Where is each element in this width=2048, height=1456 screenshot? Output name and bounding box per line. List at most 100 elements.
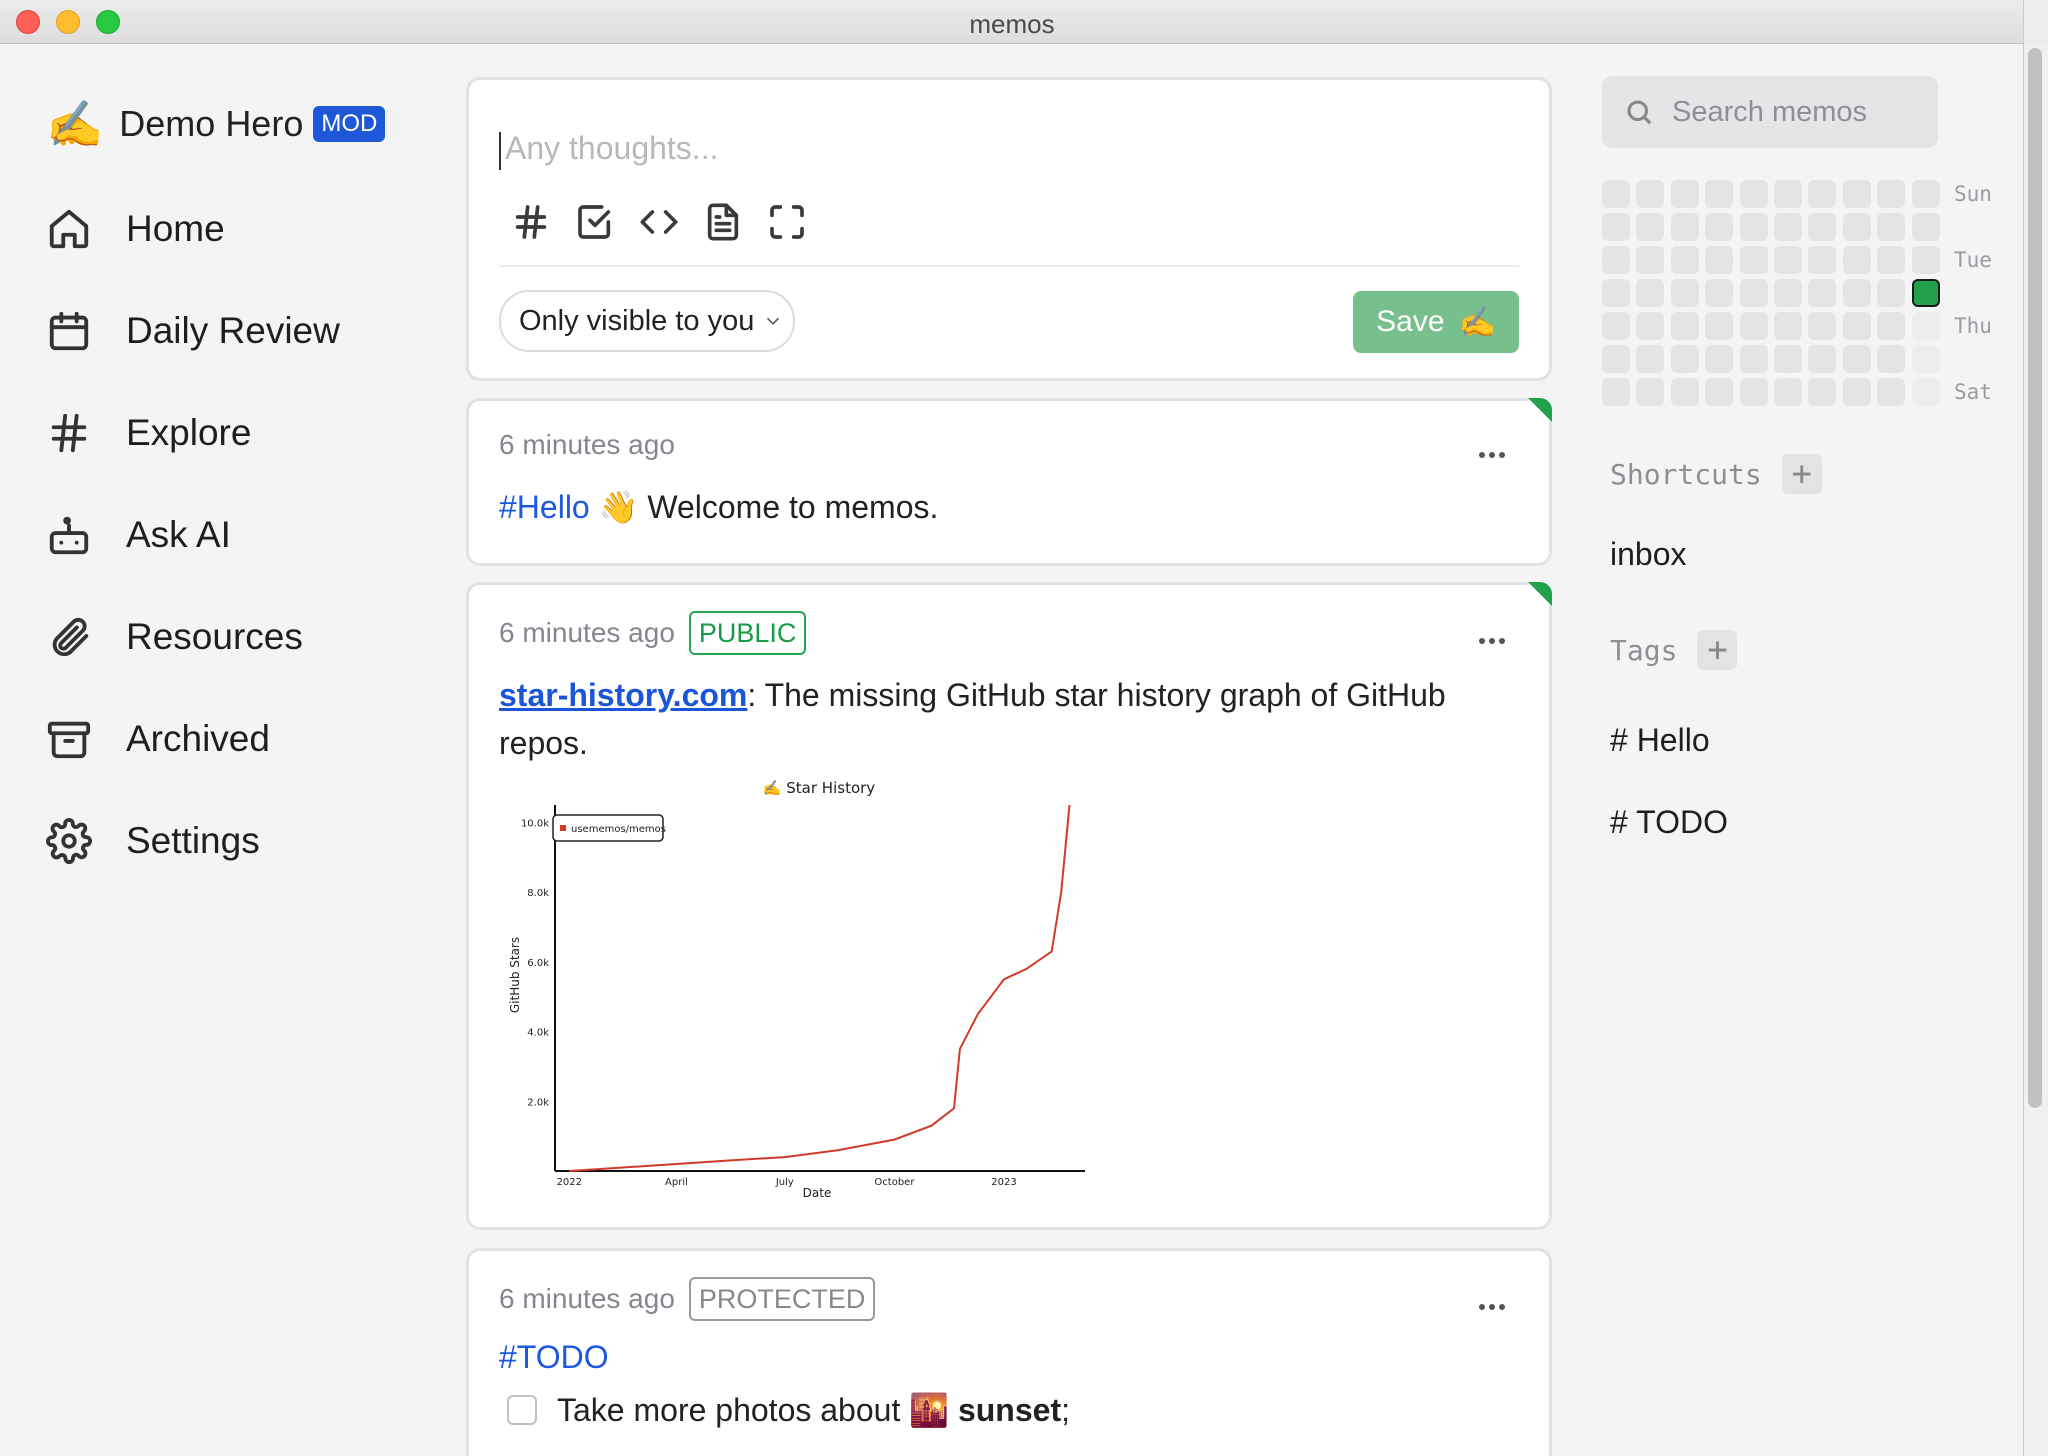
search-box[interactable] [1602, 76, 1938, 148]
visibility-select[interactable]: Only visible to you [499, 290, 795, 352]
heatmap-cell[interactable] [1670, 378, 1699, 406]
heatmap-cell[interactable] [1602, 213, 1630, 241]
sidebar-item-explore[interactable]: Explore [46, 400, 340, 466]
more-options-icon[interactable] [1479, 631, 1509, 644]
heatmap-cell[interactable] [1602, 180, 1630, 208]
more-options-icon[interactable] [1479, 445, 1509, 458]
heatmap-cell[interactable] [1636, 213, 1665, 241]
shortcut-item-inbox[interactable]: inbox [1610, 536, 1687, 573]
heatmap-cell[interactable] [1842, 312, 1871, 340]
add-tag-button[interactable]: + [1697, 630, 1738, 670]
heatmap-cell[interactable] [1705, 213, 1734, 241]
heatmap-cell[interactable] [1911, 246, 1940, 274]
sidebar-item-ask-ai[interactable]: Ask AI [46, 502, 340, 568]
heatmap-cell[interactable] [1636, 312, 1665, 340]
heatmap-cell[interactable] [1877, 213, 1906, 241]
heatmap-cell[interactable] [1842, 345, 1871, 373]
heatmap-cell[interactable] [1808, 345, 1837, 373]
heatmap-cell[interactable] [1739, 246, 1768, 274]
sidebar-item-home[interactable]: Home [46, 196, 340, 262]
add-shortcut-button[interactable]: + [1781, 454, 1822, 494]
memo-tag[interactable]: #Hello [499, 489, 590, 525]
heatmap-cell[interactable] [1774, 213, 1802, 241]
heatmap-cell[interactable] [1911, 345, 1940, 373]
heatmap-cell[interactable] [1877, 378, 1906, 406]
memo-time[interactable]: 6 minutes ago [499, 429, 675, 461]
heatmap-cell[interactable] [1739, 345, 1768, 373]
heatmap-cell[interactable] [1705, 312, 1734, 340]
tag-item-hello[interactable]: # Hello [1610, 722, 1710, 759]
heatmap-cell[interactable] [1636, 246, 1665, 274]
heatmap-cell[interactable] [1911, 213, 1940, 241]
heatmap-cell[interactable] [1774, 345, 1802, 373]
heatmap-cell[interactable] [1705, 345, 1734, 373]
heatmap-cell[interactable] [1774, 312, 1802, 340]
memo-link[interactable]: star-history.com [499, 677, 747, 713]
heatmap-cell[interactable] [1808, 312, 1837, 340]
heatmap-cell[interactable] [1739, 180, 1768, 208]
heatmap-cell[interactable] [1877, 279, 1906, 307]
insert-checkbox-button[interactable] [573, 200, 617, 244]
heatmap-cell[interactable] [1670, 312, 1699, 340]
fullscreen-button[interactable] [765, 200, 809, 244]
heatmap-cell[interactable] [1911, 180, 1940, 208]
heatmap-cell[interactable] [1842, 180, 1871, 208]
heatmap-cell[interactable] [1602, 345, 1630, 373]
heatmap-cell[interactable] [1705, 180, 1734, 208]
heatmap-cell[interactable] [1808, 180, 1837, 208]
star-history-chart[interactable]: ✍️ Star History GitHub Stars Date 2.0k 4.… [499, 775, 1139, 1205]
heatmap-cell[interactable] [1911, 378, 1940, 406]
insert-code-button[interactable] [637, 200, 681, 244]
heatmap-cell[interactable] [1911, 312, 1940, 340]
heatmap-cell[interactable] [1739, 279, 1768, 307]
heatmap-cell[interactable] [1774, 378, 1802, 406]
heatmap-cell[interactable] [1636, 345, 1665, 373]
heatmap-cell[interactable] [1705, 246, 1734, 274]
heatmap-cell[interactable] [1705, 378, 1734, 406]
memo-tag[interactable]: #TODO [499, 1339, 609, 1375]
tag-item-todo[interactable]: # TODO [1610, 804, 1728, 841]
heatmap-cell[interactable] [1670, 246, 1699, 274]
heatmap-cell[interactable] [1739, 312, 1768, 340]
insert-tag-button[interactable] [509, 200, 553, 244]
heatmap-cell[interactable] [1842, 378, 1871, 406]
heatmap-cell[interactable] [1636, 279, 1665, 307]
sidebar-item-daily-review[interactable]: Daily Review [46, 298, 340, 364]
sidebar-item-settings[interactable]: Settings [46, 808, 340, 874]
heatmap-cell[interactable] [1774, 180, 1802, 208]
memo-time[interactable]: 6 minutes ago [499, 1283, 675, 1315]
memo-time[interactable]: 6 minutes ago [499, 617, 675, 649]
heatmap-cell[interactable] [1670, 180, 1699, 208]
heatmap-cell[interactable] [1602, 312, 1630, 340]
save-button[interactable]: Save ✍️ [1353, 291, 1519, 353]
insert-resource-button[interactable] [701, 200, 745, 244]
heatmap-cell[interactable] [1877, 246, 1906, 274]
heatmap-cell[interactable] [1877, 180, 1906, 208]
user-banner[interactable]: ✍️ Demo Hero MOD [46, 96, 386, 152]
search-input[interactable] [1672, 95, 1932, 129]
heatmap-cell[interactable] [1670, 279, 1699, 307]
sidebar-item-archived[interactable]: Archived [46, 706, 340, 772]
heatmap-cell[interactable] [1911, 279, 1940, 307]
sidebar-item-resources[interactable]: Resources [46, 604, 340, 670]
more-options-icon[interactable] [1479, 1297, 1509, 1310]
heatmap-cell[interactable] [1808, 213, 1837, 241]
heatmap-cell[interactable] [1808, 378, 1837, 406]
heatmap-cell[interactable] [1705, 279, 1734, 307]
heatmap-cell[interactable] [1774, 279, 1802, 307]
heatmap-cell[interactable] [1877, 312, 1906, 340]
heatmap-cell[interactable] [1636, 180, 1665, 208]
heatmap-cell[interactable] [1636, 378, 1665, 406]
heatmap-cell[interactable] [1808, 279, 1837, 307]
heatmap-cell[interactable] [1602, 246, 1630, 274]
heatmap-cell[interactable] [1670, 345, 1699, 373]
heatmap-cell[interactable] [1602, 378, 1630, 406]
todo-checkbox[interactable] [507, 1395, 537, 1425]
heatmap-cell[interactable] [1739, 213, 1768, 241]
heatmap-cell[interactable] [1842, 279, 1871, 307]
heatmap-cell[interactable] [1670, 213, 1699, 241]
heatmap-cell[interactable] [1739, 378, 1768, 406]
heatmap-cell[interactable] [1877, 345, 1906, 373]
heatmap-cell[interactable] [1842, 213, 1871, 241]
heatmap-cell[interactable] [1808, 246, 1837, 274]
